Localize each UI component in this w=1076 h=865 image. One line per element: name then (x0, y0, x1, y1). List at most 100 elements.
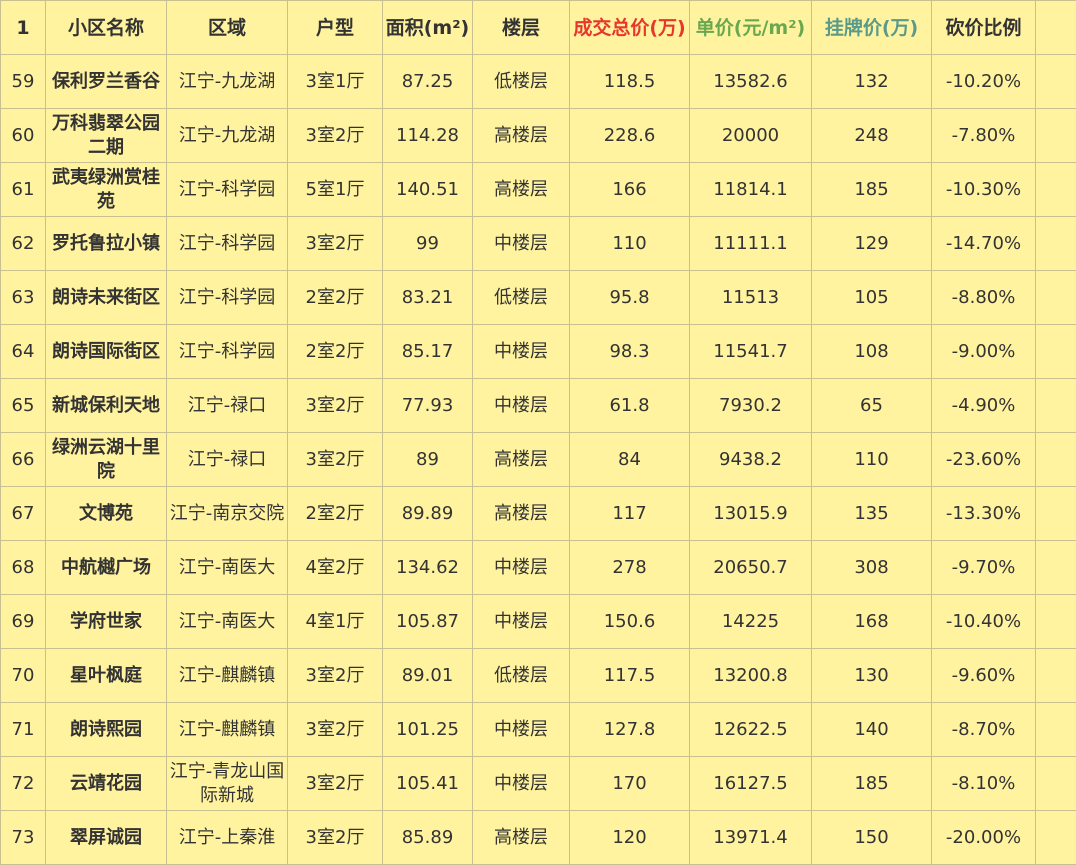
cell-list-price[interactable]: 65 (812, 379, 932, 433)
row-number[interactable]: 64 (1, 325, 46, 379)
cell-cut-ratio[interactable]: -7.80% (932, 109, 1036, 163)
cell-type[interactable]: 2室2厅 (288, 325, 383, 379)
row-number[interactable]: 69 (1, 595, 46, 649)
cell-unit-price[interactable]: 11541.7 (690, 325, 812, 379)
cell-floor[interactable]: 中楼层 (473, 757, 570, 811)
cell-size[interactable]: 134.62 (383, 541, 473, 595)
cell-total-price[interactable]: 150.6 (570, 595, 690, 649)
cell-total-price[interactable]: 117 (570, 487, 690, 541)
cell-size[interactable]: 101.25 (383, 703, 473, 757)
cell-cut-ratio[interactable]: -10.20% (932, 55, 1036, 109)
empty-cell[interactable] (1036, 271, 1076, 325)
col-header-size[interactable]: 面积(m²) (383, 1, 473, 55)
cell-list-price[interactable]: 129 (812, 217, 932, 271)
empty-cell[interactable] (1036, 163, 1076, 217)
cell-size[interactable]: 89 (383, 433, 473, 487)
cell-unit-price[interactable]: 9438.2 (690, 433, 812, 487)
col-header-cut[interactable]: 砍价比例 (932, 1, 1036, 55)
cell-area[interactable]: 江宁-麒麟镇 (167, 703, 288, 757)
cell-type[interactable]: 4室2厅 (288, 541, 383, 595)
cell-area[interactable]: 江宁-科学园 (167, 163, 288, 217)
row-number[interactable]: 70 (1, 649, 46, 703)
row-number[interactable]: 59 (1, 55, 46, 109)
empty-cell[interactable] (1036, 649, 1076, 703)
cell-floor[interactable]: 低楼层 (473, 55, 570, 109)
cell-type[interactable]: 3室1厅 (288, 55, 383, 109)
cell-size[interactable]: 85.17 (383, 325, 473, 379)
cell-total-price[interactable]: 61.8 (570, 379, 690, 433)
cell-unit-price[interactable]: 20650.7 (690, 541, 812, 595)
cell-cut-ratio[interactable]: -9.60% (932, 649, 1036, 703)
cell-area[interactable]: 江宁-南医大 (167, 541, 288, 595)
cell-name[interactable]: 学府世家 (46, 595, 167, 649)
row-number[interactable]: 61 (1, 163, 46, 217)
cell-cut-ratio[interactable]: -20.00% (932, 811, 1036, 865)
cell-floor[interactable]: 低楼层 (473, 649, 570, 703)
col-header-type[interactable]: 户型 (288, 1, 383, 55)
empty-cell[interactable] (1036, 109, 1076, 163)
cell-list-price[interactable]: 110 (812, 433, 932, 487)
cell-name[interactable]: 云靖花园 (46, 757, 167, 811)
cell-size[interactable]: 85.89 (383, 811, 473, 865)
row-number[interactable]: 72 (1, 757, 46, 811)
row-number[interactable]: 66 (1, 433, 46, 487)
cell-type[interactable]: 2室2厅 (288, 487, 383, 541)
cell-cut-ratio[interactable]: -9.70% (932, 541, 1036, 595)
cell-type[interactable]: 3室2厅 (288, 109, 383, 163)
cell-name[interactable]: 绿洲云湖十里院 (46, 433, 167, 487)
cell-list-price[interactable]: 248 (812, 109, 932, 163)
cell-name[interactable]: 朗诗国际街区 (46, 325, 167, 379)
cell-area[interactable]: 江宁-禄口 (167, 379, 288, 433)
cell-list-price[interactable]: 135 (812, 487, 932, 541)
cell-name[interactable]: 文博苑 (46, 487, 167, 541)
cell-total-price[interactable]: 170 (570, 757, 690, 811)
cell-cut-ratio[interactable]: -14.70% (932, 217, 1036, 271)
cell-size[interactable]: 114.28 (383, 109, 473, 163)
cell-type[interactable]: 3室2厅 (288, 811, 383, 865)
cell-total-price[interactable]: 120 (570, 811, 690, 865)
cell-type[interactable]: 3室2厅 (288, 757, 383, 811)
cell-unit-price[interactable]: 13971.4 (690, 811, 812, 865)
cell-name[interactable]: 武夷绿洲赏桂苑 (46, 163, 167, 217)
cell-name[interactable]: 翠屏诚园 (46, 811, 167, 865)
cell-area[interactable]: 江宁-上秦淮 (167, 811, 288, 865)
cell-list-price[interactable]: 168 (812, 595, 932, 649)
cell-list-price[interactable]: 108 (812, 325, 932, 379)
cell-list-price[interactable]: 150 (812, 811, 932, 865)
cell-list-price[interactable]: 185 (812, 757, 932, 811)
empty-cell[interactable] (1036, 487, 1076, 541)
cell-total-price[interactable]: 98.3 (570, 325, 690, 379)
cell-area[interactable]: 江宁-南医大 (167, 595, 288, 649)
cell-total-price[interactable]: 166 (570, 163, 690, 217)
cell-total-price[interactable]: 117.5 (570, 649, 690, 703)
row-number[interactable]: 68 (1, 541, 46, 595)
cell-list-price[interactable]: 105 (812, 271, 932, 325)
cell-area[interactable]: 江宁-科学园 (167, 217, 288, 271)
cell-total-price[interactable]: 278 (570, 541, 690, 595)
cell-size[interactable]: 87.25 (383, 55, 473, 109)
empty-cell[interactable] (1036, 703, 1076, 757)
row-number[interactable]: 67 (1, 487, 46, 541)
empty-cell[interactable] (1036, 55, 1076, 109)
cell-cut-ratio[interactable]: -8.10% (932, 757, 1036, 811)
empty-cell[interactable] (1036, 1, 1076, 55)
cell-unit-price[interactable]: 13015.9 (690, 487, 812, 541)
cell-area[interactable]: 江宁-南京交院 (167, 487, 288, 541)
cell-size[interactable]: 89.89 (383, 487, 473, 541)
row-number[interactable]: 62 (1, 217, 46, 271)
cell-total-price[interactable]: 118.5 (570, 55, 690, 109)
cell-total-price[interactable]: 84 (570, 433, 690, 487)
cell-list-price[interactable]: 140 (812, 703, 932, 757)
cell-list-price[interactable]: 185 (812, 163, 932, 217)
cell-unit-price[interactable]: 20000 (690, 109, 812, 163)
cell-floor[interactable]: 高楼层 (473, 109, 570, 163)
cell-floor[interactable]: 中楼层 (473, 325, 570, 379)
cell-area[interactable]: 江宁-麒麟镇 (167, 649, 288, 703)
cell-list-price[interactable]: 132 (812, 55, 932, 109)
cell-cut-ratio[interactable]: -10.30% (932, 163, 1036, 217)
col-header-name[interactable]: 小区名称 (46, 1, 167, 55)
cell-area[interactable]: 江宁-青龙山国际新城 (167, 757, 288, 811)
cell-type[interactable]: 2室2厅 (288, 271, 383, 325)
cell-area[interactable]: 江宁-九龙湖 (167, 109, 288, 163)
cell-floor[interactable]: 中楼层 (473, 217, 570, 271)
